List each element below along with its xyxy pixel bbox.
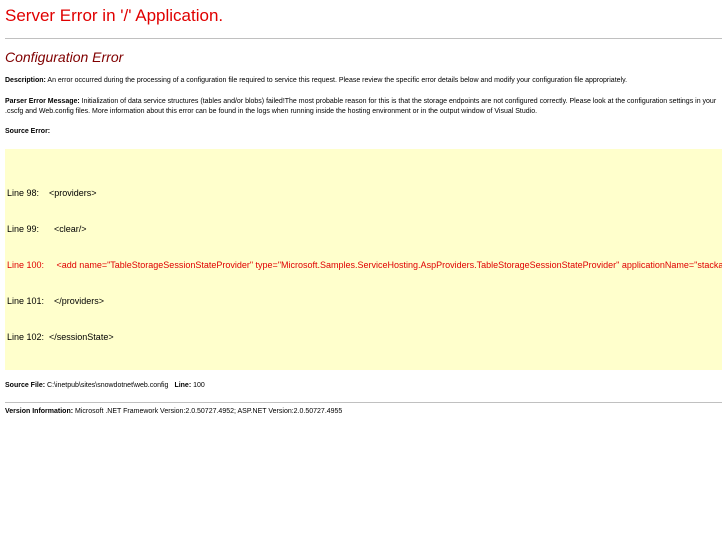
source-file-path: C:\inetpub\sites\snowdotnet\web.config (45, 382, 169, 389)
source-line-label: Line: (174, 382, 192, 389)
code-line-102: Line 102: </sessionState> (7, 332, 114, 342)
version-text: Microsoft .NET Framework Version:2.0.507… (73, 408, 343, 415)
description-paragraph: Description: An error occurred during th… (5, 76, 722, 86)
source-file-label: Source File: (5, 382, 46, 389)
code-line-99: Line 99: <clear/> (7, 224, 87, 234)
version-paragraph: Version Information: Microsoft .NET Fram… (5, 407, 722, 417)
description-label: Description: (5, 77, 46, 84)
version-label: Version Information: (5, 408, 74, 415)
version-divider (5, 402, 722, 403)
parser-error-paragraph: Parser Error Message: Initialization of … (5, 97, 722, 117)
source-error-label: Source Error: (5, 128, 51, 135)
parser-error-label: Parser Error Message: (5, 98, 80, 105)
code-line-100-error: Line 100: <add name="TableStorageSession… (7, 260, 722, 270)
source-file-paragraph: Source File: C:\inetpub\sites\snowdotnet… (5, 381, 722, 391)
source-error-heading: Source Error: (5, 127, 722, 137)
error-page: Server Error in '/' Application. Configu… (0, 0, 727, 545)
page-title: Server Error in '/' Application. (5, 6, 224, 25)
parser-error-text: Initialization of data service structure… (5, 98, 717, 115)
code-line-98: Line 98: <providers> (7, 188, 97, 198)
code-line-101: Line 101: </providers> (7, 296, 105, 306)
title-divider (5, 38, 722, 39)
source-line-number: 100 (191, 382, 205, 389)
description-text: An error occurred during the processing … (45, 77, 628, 84)
error-subtitle: Configuration Error (5, 49, 124, 65)
source-code-box: Line 98: <providers> Line 99: <clear/> L… (5, 149, 722, 370)
